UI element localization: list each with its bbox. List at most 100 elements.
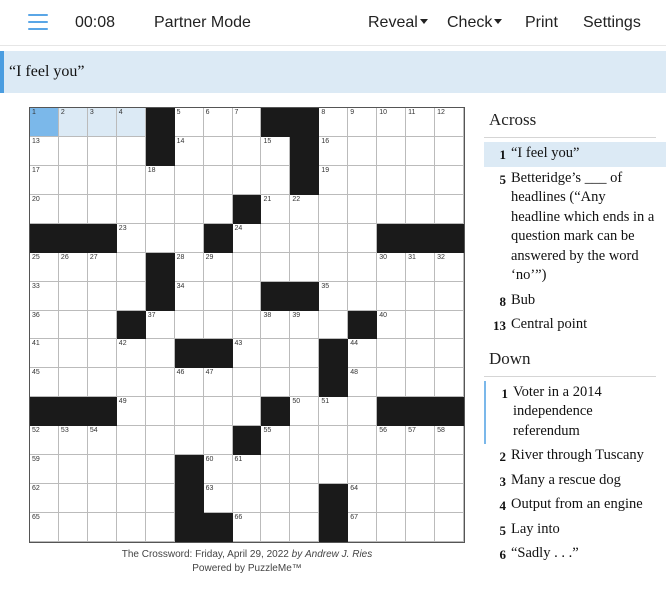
- clue-item[interactable]: 3 Many a rescue dog: [484, 469, 666, 494]
- clue-item[interactable]: 8 Bub: [484, 289, 666, 314]
- grid-cell[interactable]: 23: [116, 223, 146, 253]
- grid-cell[interactable]: [348, 223, 378, 253]
- grid-cell[interactable]: [435, 455, 464, 485]
- grid-cell[interactable]: [377, 339, 407, 369]
- grid-cell[interactable]: [145, 484, 175, 514]
- grid-cell[interactable]: [87, 281, 117, 311]
- grid-cell[interactable]: 47: [203, 368, 233, 398]
- grid-cell[interactable]: [203, 397, 233, 427]
- grid-cell[interactable]: [261, 484, 291, 514]
- grid-cell[interactable]: 29: [203, 252, 233, 282]
- grid-cell[interactable]: 16: [319, 136, 349, 166]
- grid-cell[interactable]: [116, 136, 146, 166]
- grid-cell[interactable]: [174, 194, 204, 224]
- grid-cell[interactable]: [406, 194, 436, 224]
- grid-cell[interactable]: 37: [145, 310, 175, 340]
- grid-cell[interactable]: [377, 368, 407, 398]
- grid-cell[interactable]: [406, 165, 436, 195]
- grid-cell[interactable]: [406, 455, 436, 485]
- grid-cell[interactable]: [116, 368, 146, 398]
- grid-cell[interactable]: [435, 281, 464, 311]
- grid-cell[interactable]: [377, 281, 407, 311]
- grid-cell[interactable]: [435, 165, 464, 195]
- grid-cell[interactable]: [319, 310, 349, 340]
- grid-cell[interactable]: [116, 165, 146, 195]
- grid-cell[interactable]: [116, 252, 146, 282]
- grid-cell[interactable]: [174, 397, 204, 427]
- grid-cell[interactable]: [348, 397, 378, 427]
- grid-cell[interactable]: 54: [87, 426, 117, 456]
- grid-cell[interactable]: 1: [30, 108, 59, 137]
- grid-cell[interactable]: 36: [30, 310, 59, 340]
- grid-cell[interactable]: 24: [232, 223, 262, 253]
- grid-cell[interactable]: [290, 252, 320, 282]
- grid-cell[interactable]: 61: [232, 455, 262, 485]
- grid-cell[interactable]: [203, 165, 233, 195]
- grid-cell[interactable]: [348, 426, 378, 456]
- grid-cell[interactable]: 40: [377, 310, 407, 340]
- clue-item[interactable]: 5 Lay into: [484, 518, 666, 543]
- grid-cell[interactable]: 60: [203, 455, 233, 485]
- grid-cell[interactable]: [348, 252, 378, 282]
- grid-cell[interactable]: 45: [30, 368, 59, 398]
- grid-cell[interactable]: [232, 136, 262, 166]
- grid-cell[interactable]: [435, 484, 464, 514]
- grid-cell[interactable]: [290, 513, 320, 542]
- crossword-grid[interactable]: 1 2 3 4 5 6 7 8 9 10 11 12 13 14 15 16 17 18 19 20 21 22 23 24 2…: [29, 107, 465, 543]
- grid-cell[interactable]: 63: [203, 484, 233, 514]
- grid-cell[interactable]: 56: [377, 426, 407, 456]
- grid-cell[interactable]: [348, 455, 378, 485]
- grid-cell[interactable]: [87, 484, 117, 514]
- grid-cell[interactable]: 2: [58, 108, 88, 137]
- settings-button[interactable]: Settings: [583, 14, 641, 32]
- grid-cell[interactable]: [319, 194, 349, 224]
- clue-item[interactable]: 6 “Sadly . . .”: [484, 542, 666, 567]
- grid-cell[interactable]: 52: [30, 426, 59, 456]
- grid-cell[interactable]: 39: [290, 310, 320, 340]
- grid-cell[interactable]: 34: [174, 281, 204, 311]
- grid-cell[interactable]: [406, 368, 436, 398]
- grid-cell[interactable]: [348, 281, 378, 311]
- grid-cell[interactable]: [377, 165, 407, 195]
- grid-cell[interactable]: 51: [319, 397, 349, 427]
- grid-cell[interactable]: [319, 426, 349, 456]
- grid-cell[interactable]: 3: [87, 108, 117, 137]
- grid-cell[interactable]: [290, 455, 320, 485]
- grid-cell[interactable]: [58, 484, 88, 514]
- grid-cell[interactable]: [87, 513, 117, 542]
- grid-cell[interactable]: 67: [348, 513, 378, 542]
- grid-cell[interactable]: [145, 368, 175, 398]
- grid-cell[interactable]: [290, 426, 320, 456]
- grid-cell[interactable]: [87, 455, 117, 485]
- grid-cell[interactable]: 20: [30, 194, 59, 224]
- grid-cell[interactable]: 6: [203, 108, 233, 137]
- grid-cell[interactable]: 66: [232, 513, 262, 542]
- grid-cell[interactable]: 64: [348, 484, 378, 514]
- clue-item[interactable]: 4 Output from an engine: [484, 493, 666, 518]
- menu-icon[interactable]: [28, 14, 48, 31]
- grid-cell[interactable]: 14: [174, 136, 204, 166]
- grid-cell[interactable]: [261, 513, 291, 542]
- grid-cell[interactable]: 21: [261, 194, 291, 224]
- grid-cell[interactable]: [116, 194, 146, 224]
- grid-cell[interactable]: [145, 513, 175, 542]
- grid-cell[interactable]: 13: [30, 136, 59, 166]
- grid-cell[interactable]: 43: [232, 339, 262, 369]
- partner-mode-button[interactable]: Partner Mode: [154, 14, 251, 32]
- grid-cell[interactable]: 49: [116, 397, 146, 427]
- grid-cell[interactable]: [377, 455, 407, 485]
- grid-cell[interactable]: [435, 339, 464, 369]
- grid-cell[interactable]: 22: [290, 194, 320, 224]
- grid-cell[interactable]: [261, 223, 291, 253]
- grid-cell[interactable]: [203, 281, 233, 311]
- grid-cell[interactable]: [377, 513, 407, 542]
- grid-cell[interactable]: [406, 484, 436, 514]
- grid-cell[interactable]: 59: [30, 455, 59, 485]
- grid-cell[interactable]: 58: [435, 426, 464, 456]
- grid-cell[interactable]: [435, 310, 464, 340]
- grid-cell[interactable]: 4: [116, 108, 146, 137]
- grid-cell[interactable]: [87, 310, 117, 340]
- grid-cell[interactable]: [232, 484, 262, 514]
- grid-cell[interactable]: [232, 252, 262, 282]
- grid-cell[interactable]: 26: [58, 252, 88, 282]
